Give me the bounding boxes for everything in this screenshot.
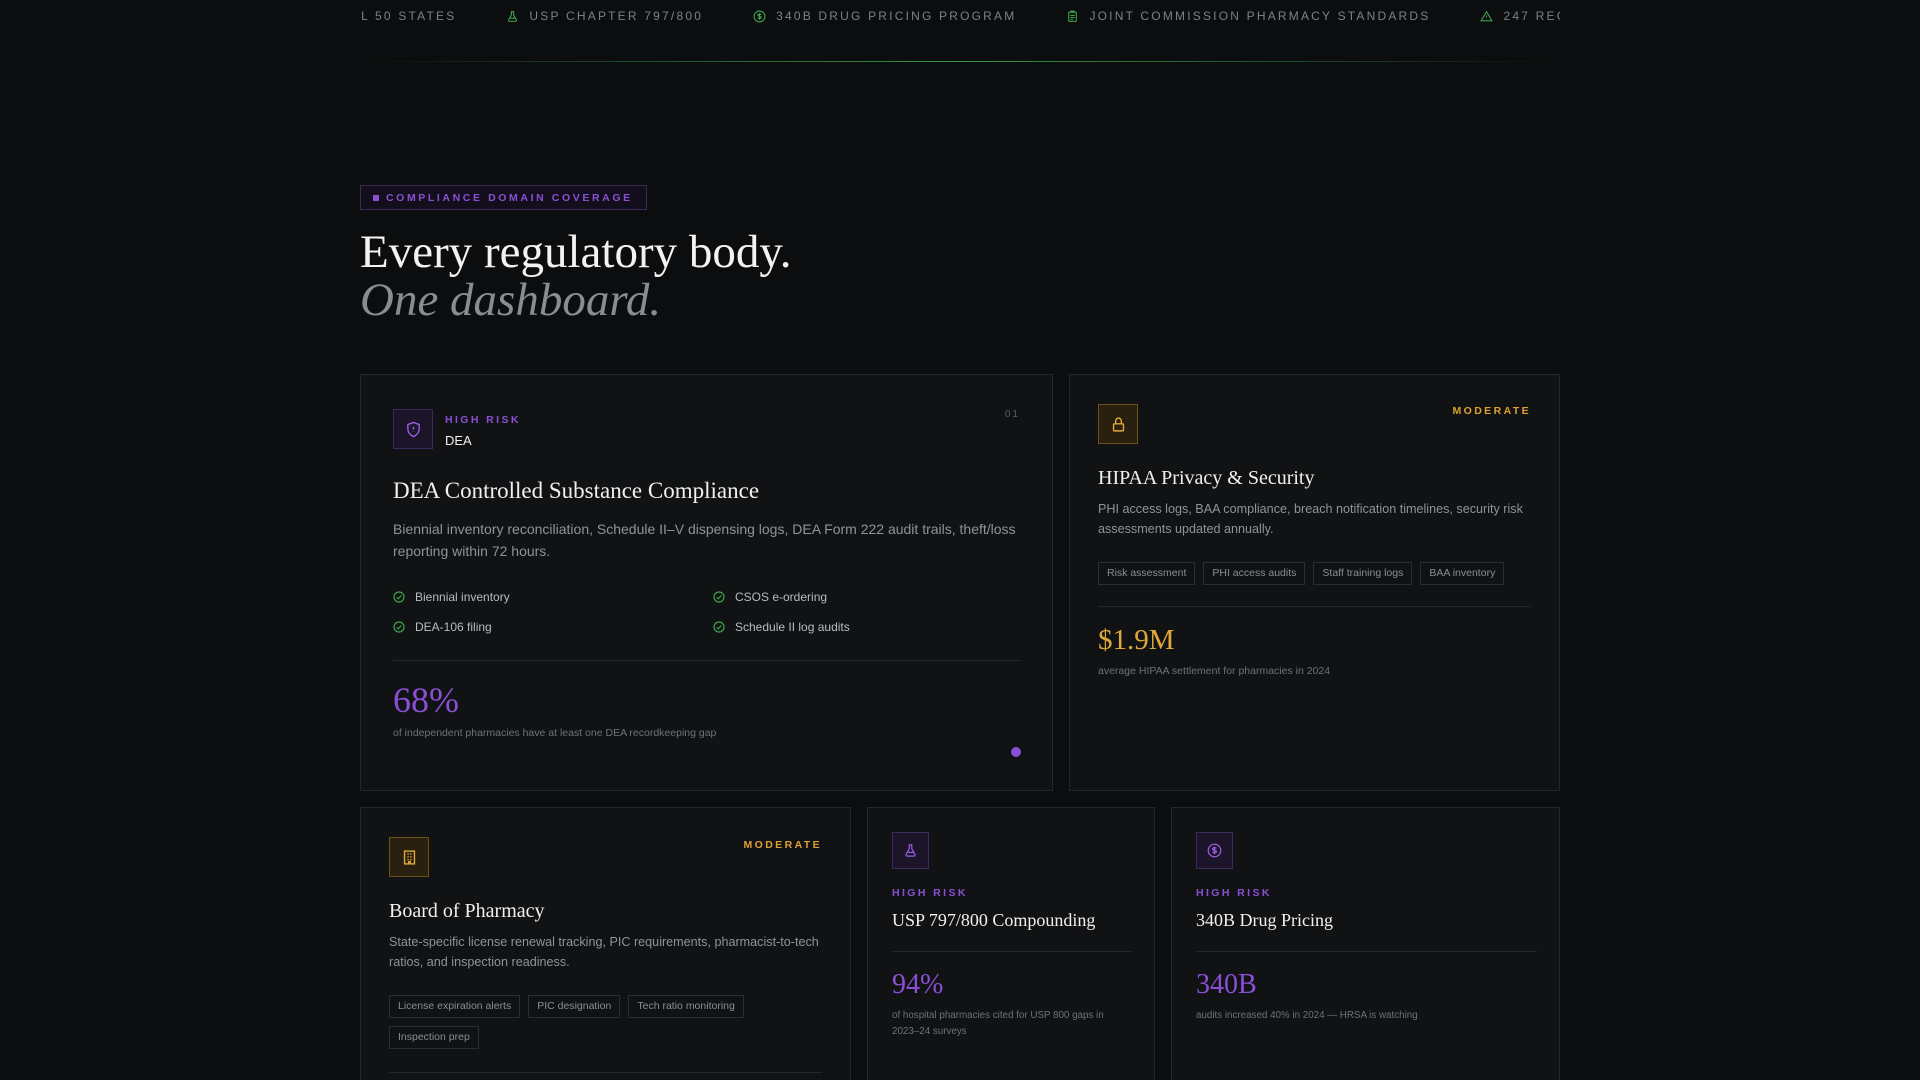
check-item: DEA-106 filing — [393, 620, 492, 634]
check-circle-icon — [713, 591, 725, 603]
check-item: CSOS e-ordering — [713, 590, 827, 604]
tag: Tech ratio monitoring — [628, 995, 744, 1018]
section-headline-italic: One dashboard. — [360, 274, 662, 326]
check-label: Biennial inventory — [415, 590, 510, 604]
stat-caption: average HIPAA settlement for pharmacies … — [1098, 665, 1331, 677]
card-board-of-pharmacy[interactable]: MODERATE Board of Pharmacy State-specifi… — [360, 807, 851, 1080]
agency-label: DEA — [445, 433, 472, 448]
ticker-bar: ALL 50 STATES USP CHAPTER 797/800 340B D… — [360, 0, 1560, 62]
risk-label: MODERATE — [1452, 405, 1531, 417]
card-divider — [1196, 951, 1537, 952]
stat-caption: audits increased 40% in 2024 — HRSA is w… — [1196, 1010, 1418, 1021]
check-circle-icon — [393, 591, 405, 603]
ticker-item: USP CHAPTER 797/800 — [506, 8, 703, 24]
tag: BAA inventory — [1420, 562, 1505, 585]
dollar-icon — [753, 10, 766, 23]
tag: PIC designation — [528, 995, 621, 1018]
card-usp-797-800[interactable]: HIGH RISK USP 797/800 Compounding 94% of… — [867, 807, 1155, 1080]
risk-label: HIGH RISK — [1196, 887, 1272, 899]
check-circle-icon — [713, 621, 725, 633]
dollar-icon — [1196, 832, 1233, 869]
building-icon — [389, 837, 429, 877]
card-description: State-specific license renewal tracking,… — [389, 935, 819, 969]
section-headline: Every regulatory body. — [360, 226, 792, 278]
card-stat: 340B — [1196, 969, 1257, 1000]
risk-label: MODERATE — [743, 839, 822, 851]
clipboard-icon — [1066, 10, 1079, 23]
risk-label: HIGH RISK — [892, 887, 968, 899]
ticker-item: 247 REGULATORY CHANGES — [1480, 8, 1560, 24]
tag: Staff training logs — [1313, 562, 1413, 585]
card-divider — [892, 951, 1132, 952]
tag: Inspection prep — [389, 1026, 479, 1049]
check-item: Schedule II log audits — [713, 620, 850, 634]
ticker-label: JOINT COMMISSION PHARMACY STANDARDS — [1089, 9, 1431, 23]
card-340b[interactable]: HIGH RISK 340B Drug Pricing 340B audits … — [1171, 807, 1560, 1080]
tag: PHI access audits — [1203, 562, 1306, 585]
ticker-track: ALL 50 STATES USP CHAPTER 797/800 340B D… — [360, 8, 1560, 24]
card-index: 01 — [1004, 409, 1020, 420]
tag: License expiration alerts — [389, 995, 521, 1018]
card-divider — [389, 1072, 822, 1073]
risk-label: HIGH RISK — [445, 414, 521, 426]
eyebrow-label: COMPLIANCE DOMAIN COVERAGE — [386, 191, 633, 204]
card-stat: 68% — [393, 680, 459, 720]
card-title: USP 797/800 Compounding — [892, 910, 1096, 930]
section-eyebrow: COMPLIANCE DOMAIN COVERAGE — [360, 185, 647, 210]
status-dot — [1011, 747, 1021, 757]
card-description: Biennial inventory reconciliation, Sched… — [393, 521, 1016, 559]
card-title: Board of Pharmacy — [389, 900, 545, 922]
card-stat: $1.9M — [1098, 624, 1175, 656]
card-title: 340B Drug Pricing — [1196, 910, 1333, 930]
shield-icon — [393, 409, 433, 449]
flask-icon — [892, 832, 929, 869]
card-divider — [393, 660, 1021, 661]
card-description: PHI access logs, BAA compliance, breach … — [1098, 502, 1523, 536]
tag: Risk assessment — [1098, 562, 1196, 585]
tag-list: Risk assessment PHI access audits Staff … — [1098, 562, 1538, 585]
card-title: HIPAA Privacy & Security — [1098, 467, 1315, 489]
ticker-item: ALL 50 STATES — [360, 8, 456, 24]
ticker-item: JOINT COMMISSION PHARMACY STANDARDS — [1066, 8, 1430, 24]
check-label: DEA-106 filing — [415, 620, 492, 634]
check-label: CSOS e-ordering — [735, 590, 828, 604]
card-stat: 94% — [892, 969, 944, 1000]
stat-caption: of hospital pharmacies cited for USP 800… — [892, 1010, 1104, 1037]
ticker-divider — [360, 61, 1560, 62]
stat-caption: of independent pharmacies have at least … — [393, 727, 717, 739]
card-title: DEA Controlled Substance Compliance — [393, 478, 760, 503]
tag-list: License expiration alerts PIC designatio… — [389, 995, 829, 1049]
check-circle-icon — [393, 621, 405, 633]
check-item: Biennial inventory — [393, 590, 510, 604]
ticker-item: 340B DRUG PRICING PROGRAM — [753, 8, 1016, 24]
lock-icon — [1098, 404, 1138, 444]
alert-triangle-icon — [1480, 10, 1494, 23]
card-dea[interactable]: HIGH RISK DEA 01 DEA Controlled Substanc… — [360, 374, 1053, 791]
card-divider — [1098, 606, 1531, 607]
card-hipaa[interactable]: MODERATE HIPAA Privacy & Security PHI ac… — [1069, 374, 1560, 791]
ticker-label: ALL 50 STATES — [360, 9, 457, 23]
ticker-label: 247 REGULATORY CHANGES — [1503, 9, 1560, 23]
check-label: Schedule II log audits — [735, 620, 850, 634]
ticker-label: 340B DRUG PRICING PROGRAM — [776, 9, 1017, 23]
ticker-label: USP CHAPTER 797/800 — [529, 9, 704, 23]
flask-icon — [506, 10, 519, 23]
eyebrow-dot — [373, 194, 379, 201]
